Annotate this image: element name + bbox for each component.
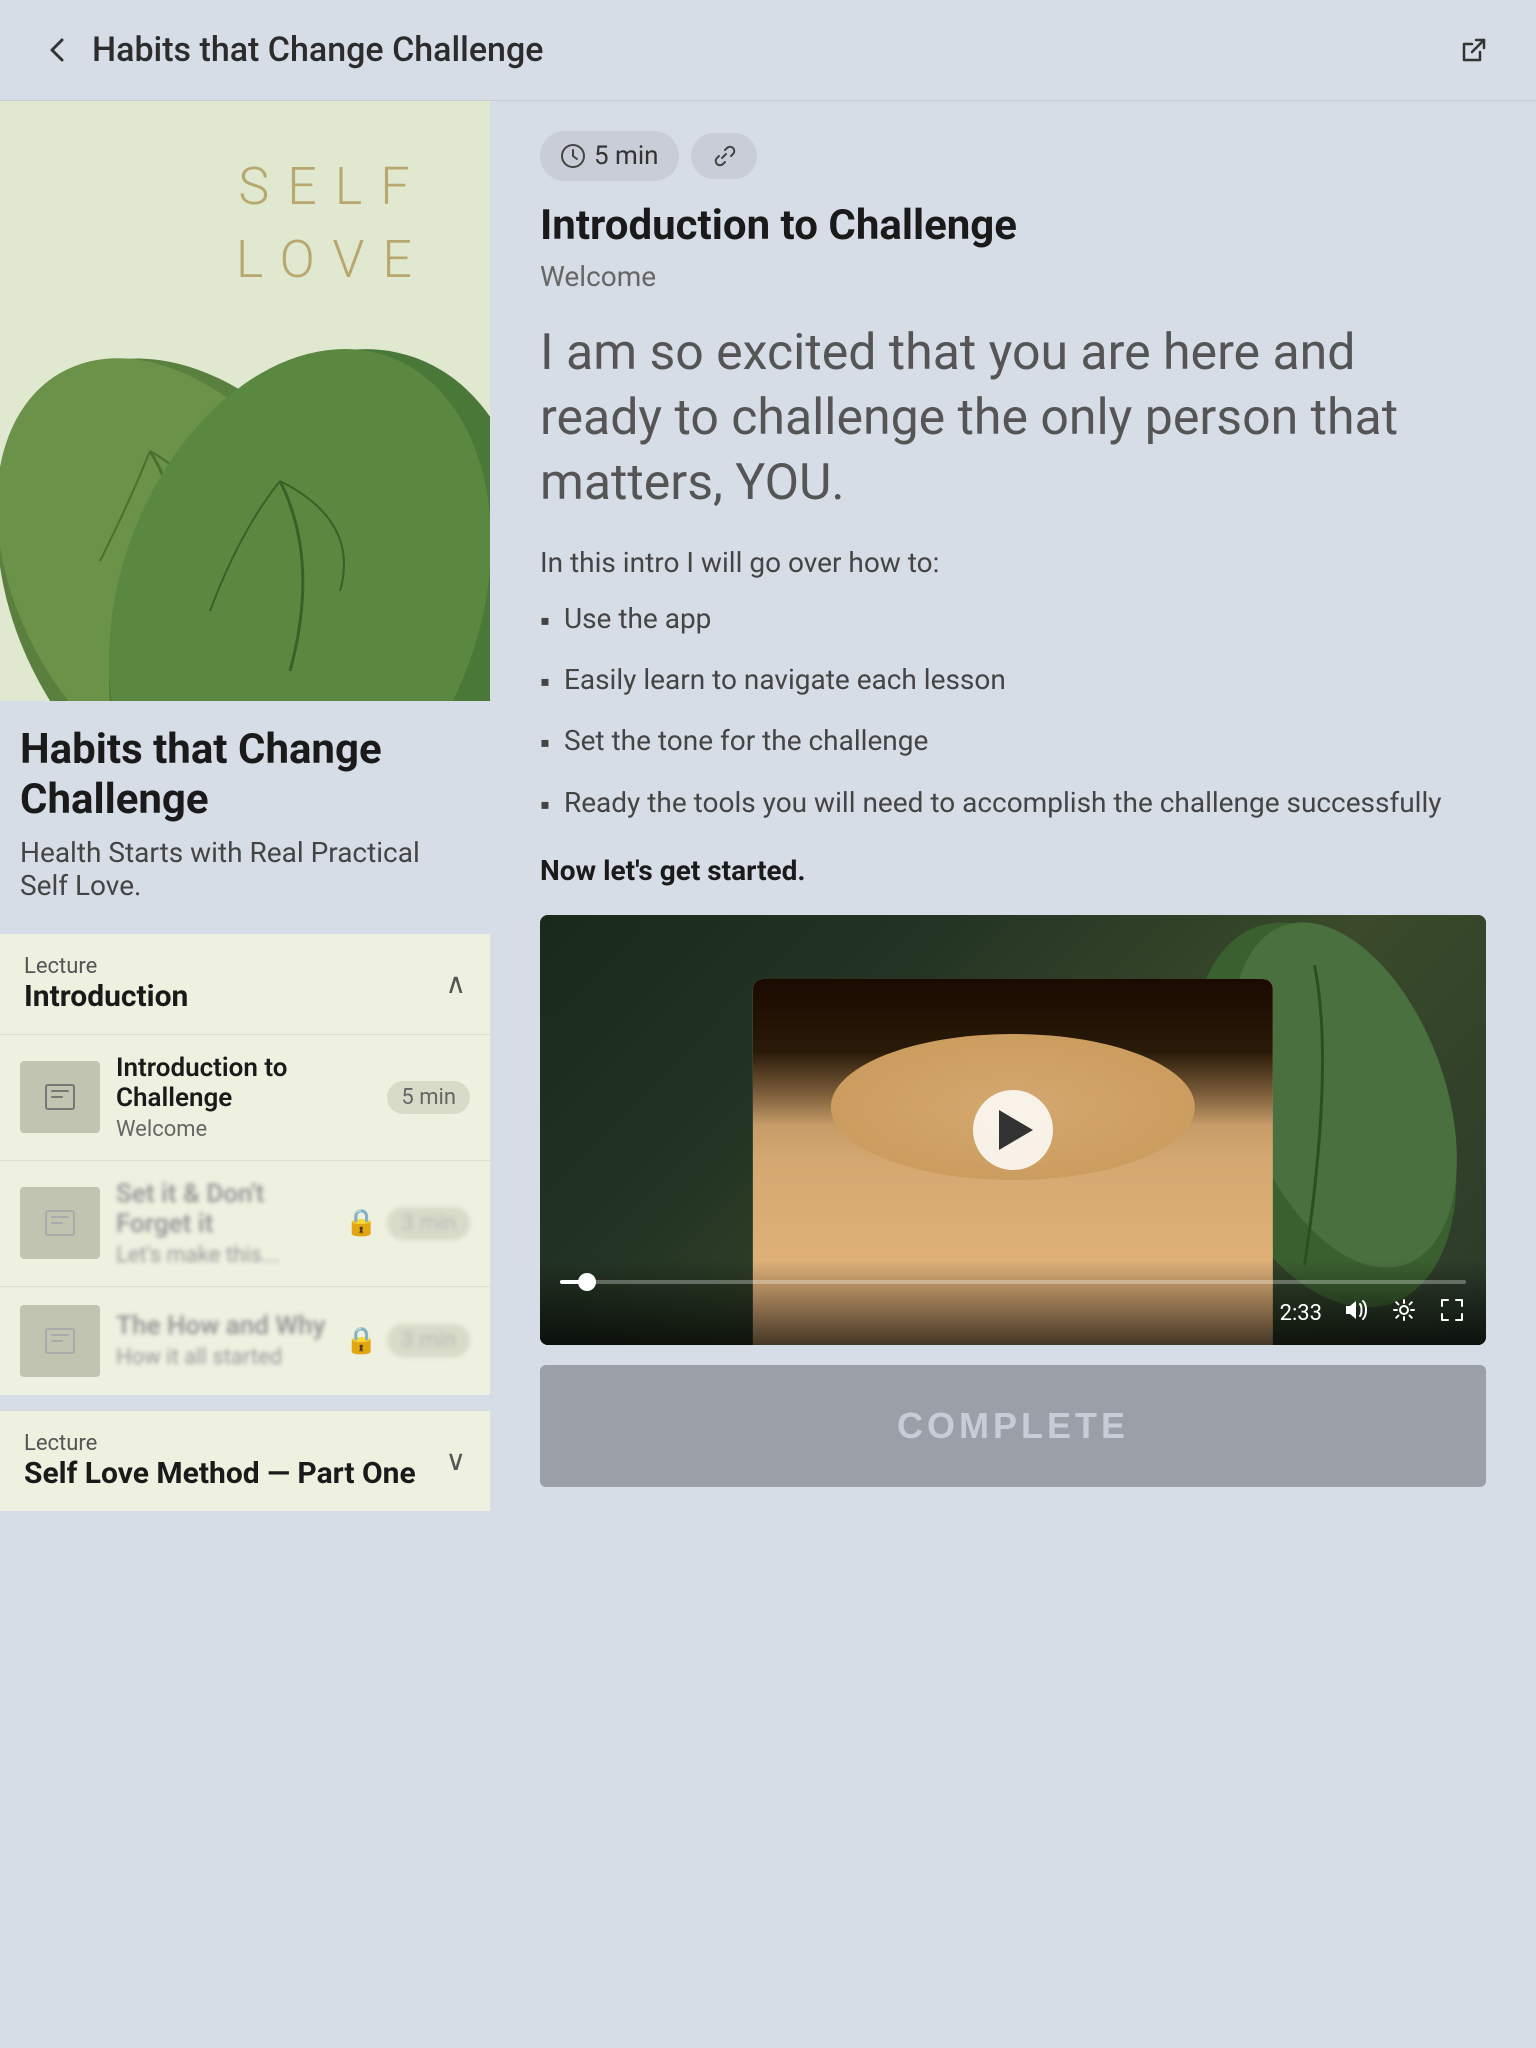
lesson-subtitle-locked: Let's make this... — [116, 1243, 329, 1268]
bullet-list: Use the app Easily learn to navigate eac… — [540, 599, 1486, 824]
lecture-label: Lecture — [24, 954, 188, 979]
back-button[interactable] — [40, 32, 76, 68]
clock-icon — [560, 143, 586, 169]
lesson-info-locked-2: The How and Why How it all started — [100, 1311, 345, 1370]
lesson-thumbnail — [20, 1061, 100, 1133]
bullet-item-3: Set the tone for the challenge — [540, 721, 1486, 762]
lesson-title: Introduction to Challenge — [116, 1053, 371, 1113]
lecture-header-introduction[interactable]: Lecture Introduction ∧ — [0, 934, 490, 1034]
left-panel: SELFLOVE Habits that Change Challenge He… — [0, 101, 490, 1517]
time-badge: 5 min — [540, 131, 679, 181]
meta-row: 5 min — [540, 131, 1486, 181]
course-title: Habits that Change Challenge — [20, 725, 470, 826]
content-title: Introduction to Challenge — [540, 201, 1486, 250]
mute-button[interactable] — [1342, 1296, 1370, 1331]
bullet-item-1: Use the app — [540, 599, 1486, 640]
play-icon — [999, 1110, 1033, 1150]
self-love-text: SELFLOVE — [236, 151, 430, 297]
video-player[interactable]: 2:33 — [540, 915, 1486, 1345]
chevron-down-icon: ∨ — [446, 1444, 467, 1477]
chevron-up-icon: ∧ — [446, 967, 467, 1000]
share-link-button[interactable] — [1452, 28, 1496, 72]
lesson-thumbnail-locked-2 — [20, 1305, 100, 1377]
header: Habits that Change Challenge — [0, 0, 1536, 101]
header-title: Habits that Change Challenge — [92, 30, 543, 70]
course-info: Habits that Change Challenge Health Star… — [0, 701, 490, 918]
lock-icon-2: 🔒 — [345, 1326, 377, 1356]
course-subtitle: Health Starts with Real Practical Self L… — [20, 836, 470, 902]
call-to-action: Now let's get started. — [540, 854, 1486, 887]
intro-text: In this intro I will go over how to: — [540, 546, 1486, 579]
lock-icon: 🔒 — [345, 1208, 377, 1238]
lesson-duration: 5 min — [387, 1081, 470, 1114]
settings-button[interactable] — [1390, 1296, 1418, 1331]
lecture-section-introduction: Lecture Introduction ∧ Introduction to C… — [0, 934, 490, 1395]
lesson-item-introduction[interactable]: Introduction to Challenge Welcome 5 min — [0, 1034, 490, 1160]
header-left: Habits that Change Challenge — [40, 30, 543, 70]
lesson-item-how-why[interactable]: The How and Why How it all started 🔒 3 m… — [0, 1286, 490, 1395]
lesson-subtitle-locked-2: How it all started — [116, 1345, 329, 1370]
link-icon — [711, 143, 737, 169]
lesson-title-locked: Set it & Don't Forget it — [116, 1179, 329, 1239]
lesson-title-locked-2: The How and Why — [116, 1311, 329, 1341]
lecture-name-2: Self Love Method — Part One — [24, 1456, 416, 1491]
lecture-header-text-2: Lecture Self Love Method — Part One — [24, 1431, 416, 1491]
lecture-name: Introduction — [24, 979, 188, 1014]
video-controls: 2:33 — [540, 1260, 1486, 1345]
duration-label: 5 min — [594, 141, 659, 171]
main-content: SELFLOVE Habits that Change Challenge He… — [0, 101, 1536, 1517]
big-quote: I am so excited that you are here and re… — [540, 321, 1486, 516]
video-time: 2:33 — [1280, 1301, 1322, 1326]
lesson-info: Introduction to Challenge Welcome — [100, 1053, 387, 1142]
lesson-info-locked: Set it & Don't Forget it Let's make this… — [100, 1179, 345, 1268]
bullet-item-2: Easily learn to navigate each lesson — [540, 660, 1486, 701]
bullet-item-4: Ready the tools you will need to accompl… — [540, 783, 1486, 824]
play-button[interactable] — [973, 1090, 1053, 1170]
lesson-item-set-it[interactable]: Set it & Don't Forget it Let's make this… — [0, 1160, 490, 1286]
content-subtitle: Welcome — [540, 260, 1486, 293]
lecture-label-2: Lecture — [24, 1431, 416, 1456]
lecture-header-text: Lecture Introduction — [24, 954, 188, 1014]
controls-row: 2:33 — [560, 1296, 1466, 1331]
progress-bar[interactable] — [560, 1280, 1466, 1284]
copy-link-button[interactable] — [691, 133, 757, 179]
lesson-duration-locked-2: 3 min — [387, 1324, 470, 1357]
right-panel: 5 min Introduction to Challenge Welcome … — [490, 101, 1536, 1517]
lesson-subtitle: Welcome — [116, 1117, 371, 1142]
course-image: SELFLOVE — [0, 101, 490, 701]
complete-button[interactable]: COMPLETE — [540, 1365, 1486, 1487]
progress-dot[interactable] — [578, 1273, 596, 1291]
lecture-section-self-love: Lecture Self Love Method — Part One ∨ — [0, 1411, 490, 1511]
fullscreen-button[interactable] — [1438, 1296, 1466, 1331]
lesson-duration-locked: 3 min — [387, 1207, 470, 1240]
lecture-header-self-love[interactable]: Lecture Self Love Method — Part One ∨ — [0, 1411, 490, 1511]
lesson-thumbnail-locked — [20, 1187, 100, 1259]
